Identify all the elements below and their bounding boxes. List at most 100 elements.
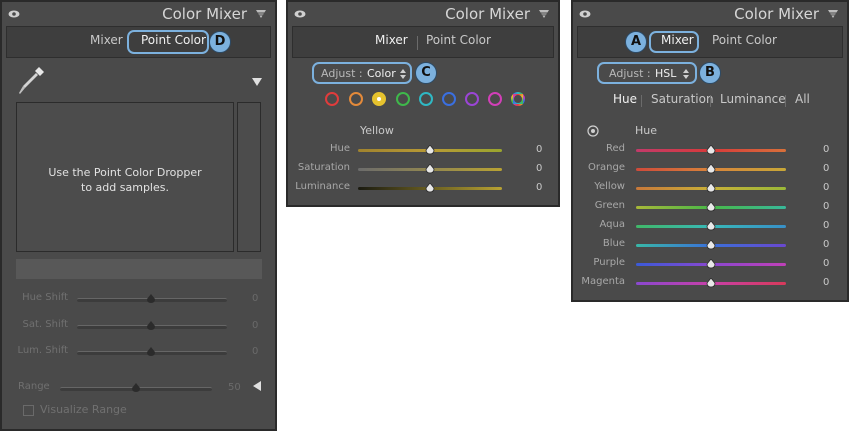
lum-shift-label: Lum. Shift [17,345,68,356]
subtab-separator [785,95,786,107]
panel-header[interactable]: Color Mixer [573,2,847,28]
swatch-all-colors[interactable] [511,92,525,106]
aqua-slider-thumb[interactable] [706,221,716,231]
target-adjustment-icon[interactable] [587,125,599,137]
swatch-yellow-selected[interactable] [372,92,386,106]
sat-shift-slider-thumb[interactable] [146,321,156,331]
hue-value: 0 [536,144,543,155]
green-value: 0 [823,201,830,212]
red-slider-thumb[interactable] [706,145,716,155]
luminance-slider-thumb[interactable] [425,183,435,193]
range-arrow-icon[interactable] [252,381,262,391]
swatch-orange[interactable] [349,92,363,106]
magenta-slider-thumb[interactable] [706,278,716,288]
dropdown-arrow-icon[interactable] [252,77,262,87]
adjust-value: HSL [655,67,677,80]
swatch-blue[interactable] [442,92,456,106]
collapse-triangle-icon[interactable] [538,8,550,20]
red-label: Red [606,143,625,154]
callout-badge-c: C [415,62,437,84]
panel-title: Color Mixer [734,5,819,23]
section-label-hue: Hue [635,124,658,137]
range-slider-thumb[interactable] [131,383,141,393]
adjust-dropdown[interactable]: Adjust : Color [312,62,412,84]
blue-slider-thumb[interactable] [706,240,716,250]
luminance-label: Luminance [295,181,350,192]
selected-dot [377,97,381,101]
panel-header[interactable]: Color Mixer [2,2,275,28]
tab-point-color[interactable]: Point Color [712,33,777,47]
yellow-value: 0 [823,182,830,193]
callout-badge-a: A [625,31,647,53]
selected-color-label: Yellow [360,124,394,137]
magenta-label: Magenta [581,276,625,287]
purple-slider-thumb[interactable] [706,259,716,269]
collapse-triangle-icon[interactable] [255,8,267,20]
yellow-label: Yellow [594,181,625,192]
swatch-green[interactable] [396,92,410,106]
visualize-range-checkbox[interactable] [23,405,34,416]
point-color-panel: Color Mixer Mixer Point Color D Use the … [0,0,277,431]
swatch-magenta[interactable] [488,92,502,106]
adjust-dropdown[interactable]: Adjust : HSL [597,62,697,84]
mixer-hsl-panel: Color Mixer Mixer Point Color A Adjust :… [571,0,849,302]
sat-shift-value: 0 [252,320,259,331]
range-value: 50 [228,382,241,393]
swatch-aqua[interactable] [419,92,433,106]
aqua-label: Aqua [599,219,625,230]
tab-point-color[interactable]: Point Color [426,33,491,47]
samples-empty-message: Use the Point Color Dropper to add sampl… [48,166,202,194]
swatch-purple[interactable] [465,92,479,106]
subtab-luminance[interactable]: Luminance [720,92,786,106]
saturation-slider-thumb[interactable] [425,164,435,174]
dropper-icon[interactable] [17,64,47,98]
sat-shift-label: Sat. Shift [22,319,68,330]
callout-badge-d: D [209,31,231,53]
orange-label: Orange [588,162,625,173]
hue-shift-value: 0 [252,293,259,304]
mixer-tab-highlight [649,31,699,53]
saturation-label: Saturation [297,162,350,173]
magenta-value: 0 [823,277,830,288]
eye-icon[interactable] [294,8,306,20]
aqua-value: 0 [823,220,830,231]
lum-shift-value: 0 [252,346,259,357]
subtab-hue[interactable]: Hue [613,92,637,106]
green-slider-thumb[interactable] [706,202,716,212]
mixer-color-panel: Color Mixer Mixer Point Color Adjust : C… [286,0,560,207]
collapse-triangle-icon[interactable] [827,8,839,20]
subtab-separator [710,95,711,107]
samples-area[interactable]: Use the Point Color Dropper to add sampl… [16,102,234,252]
subtab-saturation[interactable]: Saturation [651,92,714,106]
panel-header[interactable]: Color Mixer [288,2,558,28]
tab-mixer[interactable]: Mixer [90,33,123,47]
sample-color-bar [16,259,262,279]
subtab-separator [641,95,642,107]
tab-separator [417,36,418,50]
mode-tab-bar: Mixer Point Color [292,26,554,58]
lum-shift-slider-thumb[interactable] [146,347,156,357]
panel-title: Color Mixer [445,5,530,23]
adjust-label: Adjust : [321,67,363,80]
tab-mixer[interactable]: Mixer [375,33,408,47]
mode-tab-bar: Mixer Point Color [577,26,843,58]
hue-shift-label: Hue Shift [22,292,68,303]
hue-slider-thumb[interactable] [425,145,435,155]
orange-slider-thumb[interactable] [706,164,716,174]
updown-arrows-icon [683,69,689,79]
red-value: 0 [823,144,830,155]
eye-icon[interactable] [579,8,591,20]
all-colors-ring-center [514,95,522,103]
blue-value: 0 [823,239,830,250]
subtab-all[interactable]: All [795,92,810,106]
visualize-range-label: Visualize Range [40,403,127,416]
eye-icon[interactable] [8,8,20,20]
green-label: Green [594,200,625,211]
luminance-value: 0 [536,182,543,193]
swatch-red[interactable] [325,92,339,106]
updown-arrows-icon [400,69,406,79]
purple-value: 0 [823,258,830,269]
yellow-slider-thumb[interactable] [706,183,716,193]
hue-label: Hue [329,143,350,154]
hue-shift-slider-thumb[interactable] [146,294,156,304]
